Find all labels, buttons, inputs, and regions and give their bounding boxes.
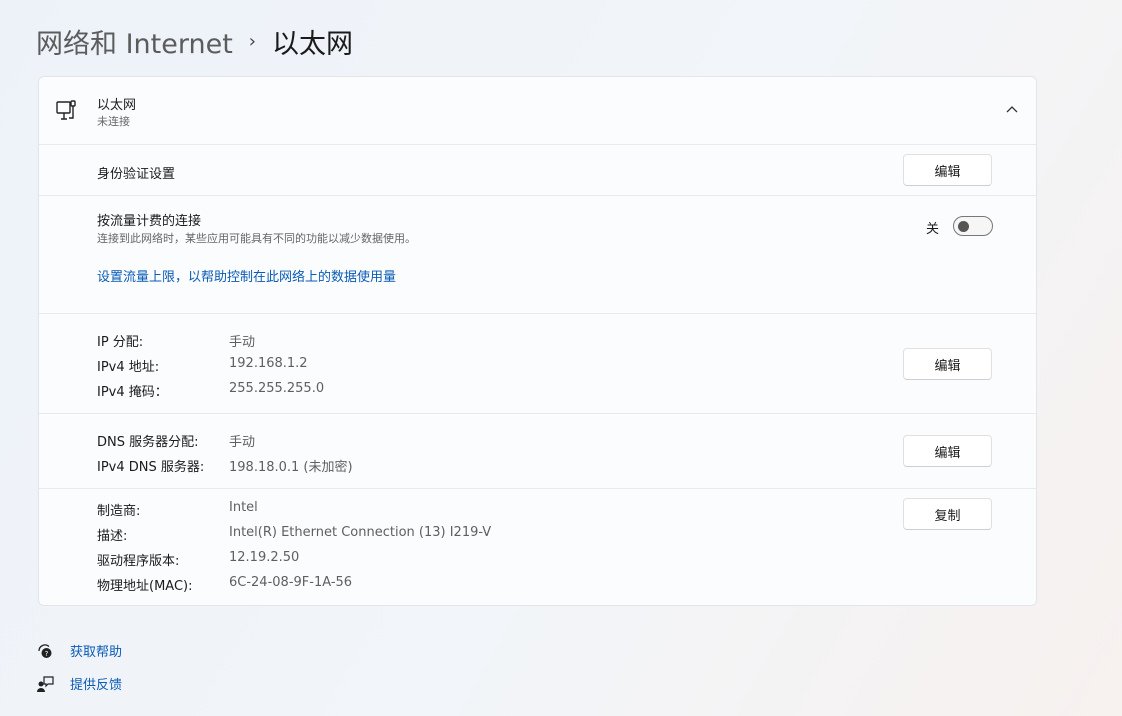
- hw-label: 驱动程序版本:: [97, 554, 180, 569]
- ethernet-monitor-icon: [56, 100, 76, 120]
- hw-label: 制造商:: [97, 504, 141, 519]
- metered-label: 按流量计费的连接: [97, 214, 202, 229]
- help-icon: ?: [38, 643, 52, 658]
- adapter-status: 未连接: [97, 115, 130, 128]
- chevron-right-icon: ›: [248, 31, 256, 52]
- ip-label: IPv4 掩码：: [97, 385, 168, 400]
- ip-value: 255.255.255.0: [229, 381, 325, 396]
- dns-edit-button[interactable]: 编辑: [903, 435, 992, 467]
- hw-label: 描述:: [97, 529, 128, 544]
- auth-label: 身份验证设置: [97, 167, 176, 182]
- get-help-link[interactable]: ? 获取帮助: [36, 641, 122, 660]
- ip-section: IP 分配: 手动 IPv4 地址: 192.168.1.2 IPv4 掩码： …: [39, 313, 1036, 413]
- ethernet-card: 以太网 未连接 身份验证设置 编辑 按流量计费的连接 连接到此网络时，某些应用可…: [38, 76, 1037, 606]
- metered-toggle-label: 关: [926, 222, 940, 237]
- hw-value: Intel: [229, 500, 258, 515]
- auth-row: 身份验证设置 编辑: [39, 144, 1036, 195]
- feedback-label[interactable]: 提供反馈: [70, 674, 122, 693]
- adapter-name: 以太网: [97, 98, 137, 113]
- breadcrumb-parent[interactable]: 网络和 Internet: [36, 22, 233, 61]
- hw-value: 12.19.2.50: [229, 550, 300, 565]
- get-help-label[interactable]: 获取帮助: [70, 641, 122, 660]
- hardware-section: 制造商: Intel 描述: Intel(R) Ethernet Connect…: [39, 488, 1036, 605]
- hw-label: 物理地址(MAC):: [97, 579, 193, 594]
- ip-label: IPv4 地址:: [97, 360, 160, 375]
- chevron-up-icon[interactable]: [1006, 105, 1018, 115]
- dns-label: DNS 服务器分配:: [97, 435, 199, 450]
- copy-button[interactable]: 复制: [903, 498, 992, 530]
- feedback-icon: [37, 675, 54, 692]
- dns-label: IPv4 DNS 服务器:: [97, 460, 205, 475]
- auth-edit-button[interactable]: 编辑: [903, 154, 992, 186]
- dns-value: 手动: [229, 435, 256, 450]
- page-title: 以太网: [272, 29, 353, 60]
- hw-value: 6C-24-08-9F-1A-56: [229, 575, 353, 590]
- breadcrumb: 网络和 Internet › 以太网: [36, 22, 353, 61]
- metered-row: 按流量计费的连接 连接到此网络时，某些应用可能具有不同的功能以减少数据使用。 关…: [39, 195, 1036, 313]
- metered-toggle[interactable]: [953, 216, 993, 236]
- feedback-link[interactable]: 提供反馈: [36, 674, 122, 693]
- ip-label: IP 分配:: [97, 335, 144, 350]
- dns-section: DNS 服务器分配: 手动 IPv4 DNS 服务器: 198.18.0.1 (…: [39, 413, 1036, 488]
- ip-edit-button[interactable]: 编辑: [903, 348, 992, 380]
- metered-description: 连接到此网络时，某些应用可能具有不同的功能以减少数据使用。: [97, 232, 416, 245]
- ip-value: 192.168.1.2: [229, 356, 308, 371]
- ip-value: 手动: [229, 335, 256, 350]
- svg-text:?: ?: [45, 650, 49, 658]
- data-limit-link[interactable]: 设置流量上限，以帮助控制在此网络上的数据使用量: [97, 266, 396, 285]
- hw-value: Intel(R) Ethernet Connection (13) I219-V: [229, 525, 492, 540]
- adapter-header[interactable]: 以太网 未连接: [39, 77, 1036, 144]
- dns-value: 198.18.0.1 (未加密): [229, 460, 353, 475]
